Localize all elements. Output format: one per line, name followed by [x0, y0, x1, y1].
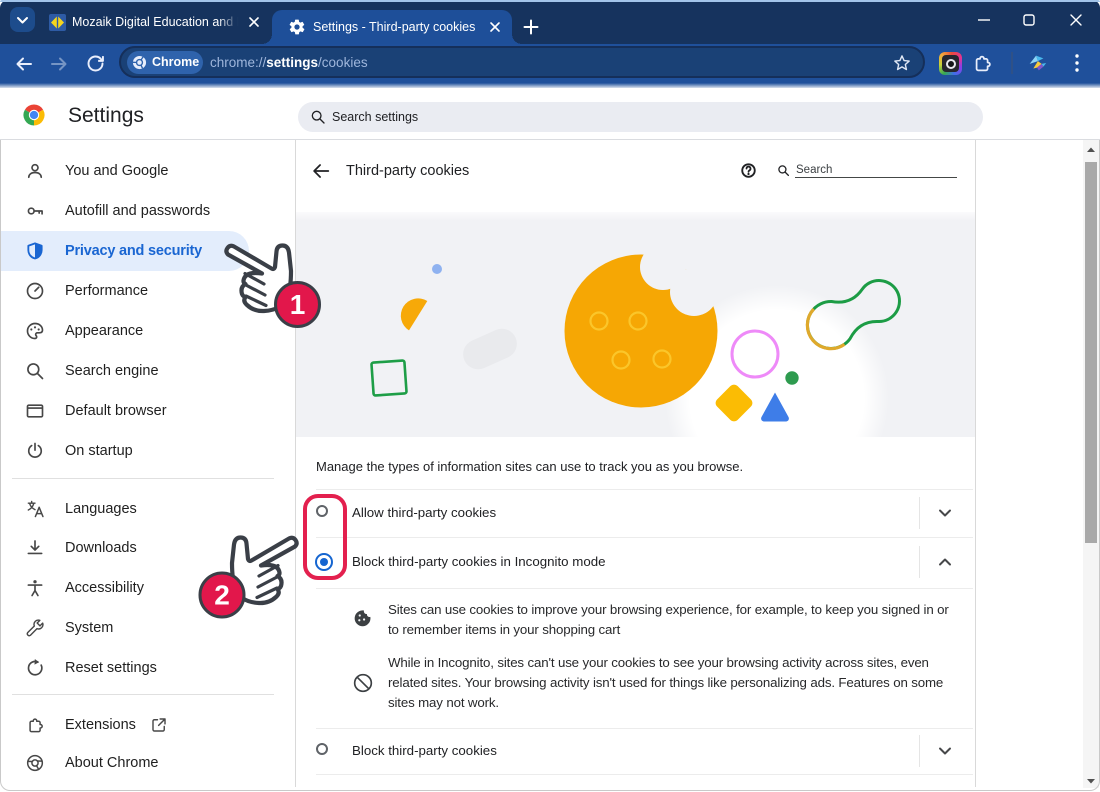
- svg-text:1: 1: [290, 289, 306, 320]
- svg-text:2: 2: [214, 580, 230, 611]
